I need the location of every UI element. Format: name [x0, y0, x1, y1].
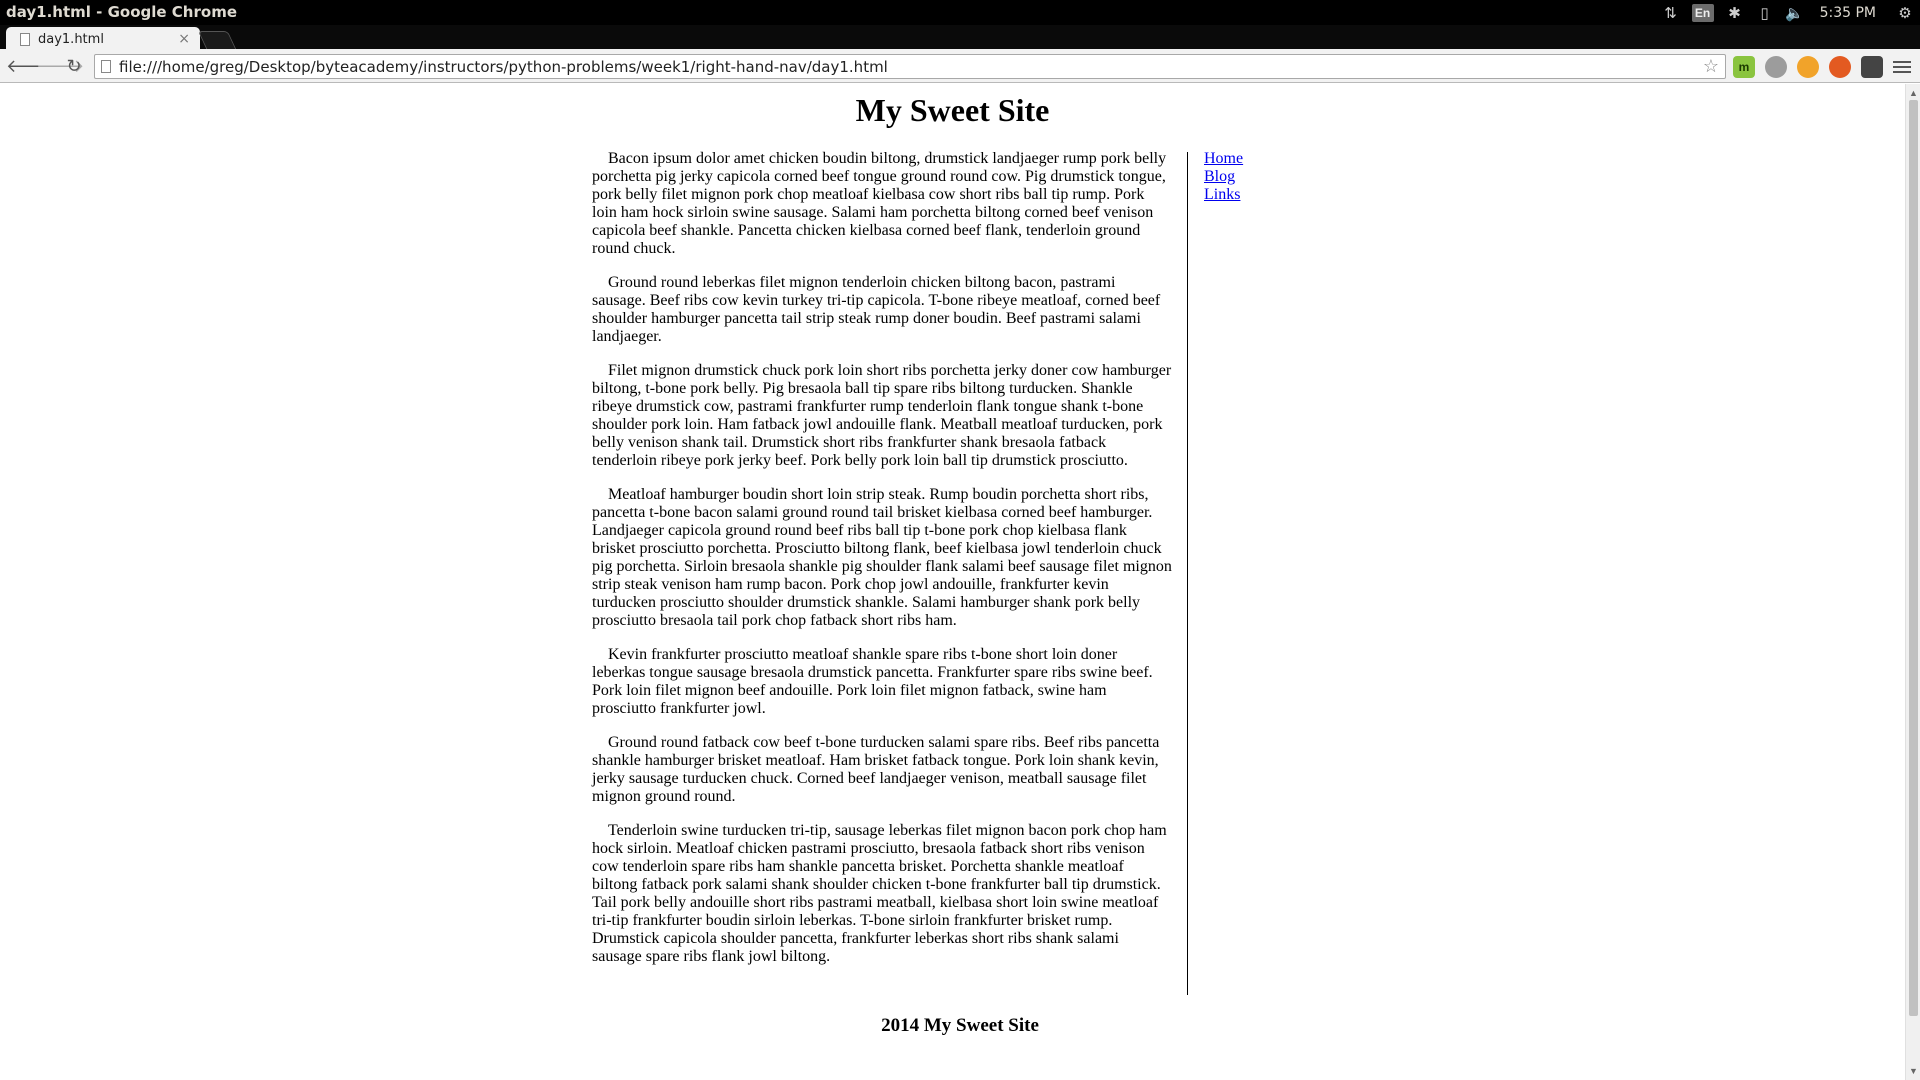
gear-icon[interactable]: ⚙	[1890, 0, 1920, 25]
paragraph: Kevin frankfurter prosciutto meatloaf sh…	[592, 646, 1153, 717]
paragraph: Ground round leberkas filet mignon tende…	[592, 274, 1161, 345]
menu-icon[interactable]	[1893, 56, 1911, 78]
extension-circle-icon[interactable]	[1765, 56, 1787, 78]
back-button[interactable]: 🡐	[6, 56, 54, 76]
extension-m-icon[interactable]: m	[1733, 56, 1755, 78]
nav-link-blog[interactable]: Blog	[1204, 168, 1243, 186]
bluetooth-icon[interactable]: ✱	[1720, 0, 1750, 25]
scroll-up-icon[interactable]: ▲	[1909, 88, 1918, 98]
indicator-area: ⇅ En ✱ ▯ 🔈 5:35 PM ⚙	[1656, 0, 1920, 25]
forward-button[interactable]: 🡒	[36, 56, 84, 76]
extension-fruit-icon[interactable]	[1797, 56, 1819, 78]
page-title: My Sweet Site	[855, 92, 1050, 128]
extension-rss-icon[interactable]	[1829, 56, 1851, 78]
new-tab-button[interactable]	[197, 31, 237, 49]
tab-strip: day1.html ×	[0, 25, 1920, 51]
extension-card-icon[interactable]	[1861, 56, 1883, 78]
page-icon	[20, 32, 30, 46]
paragraph: Bacon ipsum dolor amet chicken boudin bi…	[592, 150, 1167, 257]
extension-icons: m	[1733, 56, 1911, 78]
nav-link-links[interactable]: Links	[1204, 186, 1243, 204]
tab-day1[interactable]: day1.html ×	[6, 27, 200, 51]
page-viewport: My Sweet Site Bacon ipsum dolor amet chi…	[0, 84, 1905, 1080]
paragraph: Meatloaf hamburger boudin short loin str…	[592, 486, 1172, 629]
browser-toolbar: 🡐 🡒 ↻ file:///home/greg/Desktop/byteacad…	[0, 49, 1920, 83]
paragraph: Ground round fatback cow beef t-bone tur…	[592, 734, 1160, 805]
nav-link-home[interactable]: Home	[1204, 150, 1243, 168]
page-footer: 2014 My Sweet Site	[881, 1015, 1039, 1036]
paragraph: Filet mignon drumstick chuck pork loin s…	[592, 362, 1172, 469]
clipboard-icon[interactable]: ▯	[1750, 0, 1780, 25]
address-bar[interactable]: file:///home/greg/Desktop/byteacademy/in…	[94, 54, 1726, 79]
network-icon[interactable]: ⇅	[1656, 0, 1686, 25]
scroll-down-icon[interactable]: ▼	[1909, 1066, 1918, 1076]
url-text[interactable]: file:///home/greg/Desktop/byteacademy/in…	[119, 58, 1703, 76]
paragraph: Tenderloin swine turducken tri-tip, saus…	[592, 822, 1167, 965]
tab-title: day1.html	[38, 31, 104, 47]
system-top-panel: day1.html - Google Chrome ⇅ En ✱ ▯ 🔈 5:3…	[0, 0, 1920, 25]
right-nav: Home Blog Links	[1204, 150, 1243, 204]
main-content: Bacon ipsum dolor amet chicken boudin bi…	[592, 150, 1172, 982]
close-icon[interactable]: ×	[178, 31, 190, 47]
window-title: day1.html - Google Chrome	[6, 3, 237, 21]
scroll-thumb[interactable]	[1909, 100, 1918, 1016]
page-icon	[101, 60, 111, 73]
vertical-scrollbar[interactable]: ▲ ▼	[1905, 84, 1920, 1080]
clock[interactable]: 5:35 PM	[1810, 5, 1890, 21]
keyboard-layout-indicator[interactable]: En	[1691, 3, 1714, 22]
nav-divider	[1187, 152, 1188, 995]
bookmark-star-icon[interactable]: ☆	[1703, 56, 1719, 77]
volume-icon[interactable]: 🔈	[1780, 0, 1810, 25]
reload-button[interactable]: ↻	[64, 56, 84, 76]
